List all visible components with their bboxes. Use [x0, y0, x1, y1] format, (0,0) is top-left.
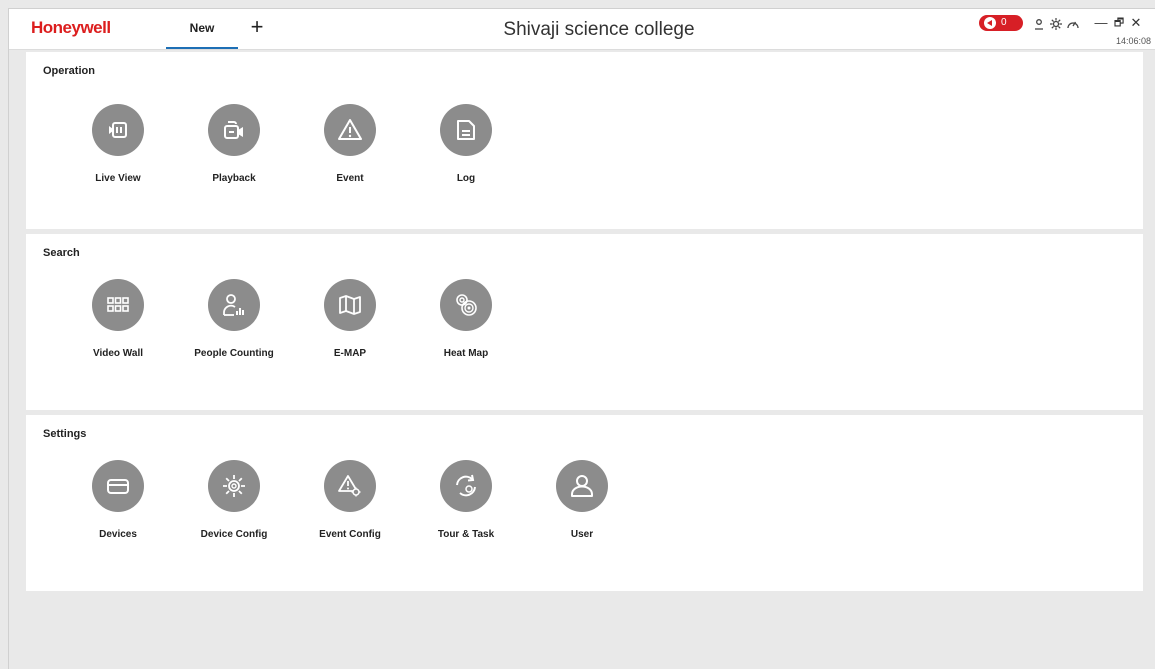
tile-people-counting[interactable]: People Counting	[179, 279, 289, 359]
tile-label: Heat Map	[443, 348, 489, 359]
devices-icon	[107, 479, 129, 494]
dashboard-icon[interactable]	[1066, 17, 1080, 31]
section-search: Search Video Wall People Counting E-MAP …	[26, 234, 1143, 410]
people-counting-icon	[223, 294, 244, 316]
heat-map-icon	[456, 294, 477, 316]
minimize-button[interactable]: —	[1094, 16, 1108, 30]
tile-e-map[interactable]: E-MAP	[295, 279, 405, 359]
tile-label: Device Config	[200, 529, 268, 540]
tile-label: People Counting	[194, 348, 274, 359]
user-small-icon[interactable]	[1032, 17, 1046, 31]
gear-small-icon[interactable]	[1049, 17, 1063, 31]
map-icon	[339, 295, 361, 315]
alarm-count: 0	[1001, 17, 1007, 28]
section-title: Search	[43, 247, 80, 259]
section-operation: Operation Live View Playback Event Log	[26, 52, 1143, 229]
section-title: Operation	[43, 65, 95, 77]
add-tab-button[interactable]: +	[247, 15, 267, 41]
playback-icon	[224, 121, 243, 139]
tile-live-view[interactable]: Live View	[63, 104, 173, 184]
brand-logo: Honeywell	[31, 18, 111, 37]
tile-device-config[interactable]: Device Config	[179, 460, 289, 540]
event-warning-icon	[338, 119, 362, 140]
tile-label: Log	[456, 173, 476, 184]
tile-heat-map[interactable]: Heat Map	[411, 279, 521, 359]
tile-label: Event	[336, 173, 364, 184]
tile-video-wall[interactable]: Video Wall	[63, 279, 173, 359]
restore-button[interactable]: 🗗	[1112, 16, 1126, 30]
user-icon	[571, 475, 593, 497]
tile-playback[interactable]: Playback	[179, 104, 289, 184]
tile-event[interactable]: Event	[295, 104, 405, 184]
tile-user[interactable]: User	[527, 460, 637, 540]
top-bar: Honeywell New + Shivaji science college …	[9, 9, 1155, 50]
live-view-icon	[109, 122, 127, 138]
close-button[interactable]: ✕	[1129, 16, 1143, 30]
tile-label: Devices	[99, 529, 137, 540]
section-title: Settings	[43, 428, 87, 440]
tile-label: Event Config	[319, 529, 381, 540]
app-window: Honeywell New + Shivaji science college …	[8, 8, 1155, 669]
event-config-icon	[338, 475, 361, 497]
tile-tour-task[interactable]: Tour & Task	[411, 460, 521, 540]
speaker-icon	[984, 17, 996, 29]
tile-label: E-MAP	[333, 348, 367, 359]
tile-label: Playback	[212, 173, 256, 184]
tile-label: Live View	[95, 173, 141, 184]
tour-task-icon	[456, 474, 476, 497]
tile-label: Video Wall	[92, 348, 143, 359]
tile-event-config[interactable]: Event Config	[295, 460, 405, 540]
tile-devices[interactable]: Devices	[63, 460, 173, 540]
clock: 14:06:08	[1116, 36, 1152, 46]
gear-icon	[223, 475, 245, 497]
site-title: Shivaji science college	[503, 19, 695, 40]
log-icon	[457, 120, 475, 140]
alarm-button[interactable]: 0	[979, 15, 1023, 31]
tile-label: User	[570, 529, 594, 540]
video-wall-icon	[107, 297, 129, 312]
section-settings: Settings Devices Device Config Event Con…	[26, 415, 1143, 591]
tab-new[interactable]: New	[166, 9, 238, 49]
tile-label: Tour & Task	[437, 529, 495, 540]
tile-log[interactable]: Log	[411, 104, 521, 184]
